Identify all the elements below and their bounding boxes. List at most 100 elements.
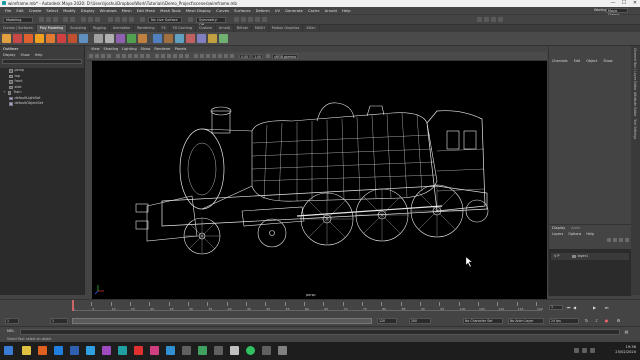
layer-menu-options[interactable]: Options	[568, 231, 581, 237]
save-scene-icon[interactable]	[53, 17, 58, 22]
xray-joints-icon[interactable]	[200, 54, 204, 58]
gate-mask-icon[interactable]	[134, 54, 138, 58]
resolution-gate-icon[interactable]	[128, 54, 132, 58]
poly-separate-icon[interactable]	[116, 34, 125, 43]
bookmark-icon[interactable]	[101, 54, 105, 58]
live-surface-icon[interactable]	[140, 17, 145, 22]
audio-icon[interactable]: ♪	[594, 318, 599, 323]
settings-icon[interactable]	[262, 346, 271, 355]
poly-plane-icon[interactable]	[57, 34, 66, 43]
select-hierarchy-icon[interactable]	[81, 17, 86, 22]
ambient-occlusion-icon[interactable]	[212, 54, 216, 58]
outliner-menu-display[interactable]: Display	[3, 52, 16, 58]
menu-mesh-display[interactable]: Mesh Display	[186, 8, 211, 13]
smooth-shade-icon[interactable]	[161, 54, 165, 58]
select-object-icon[interactable]	[88, 17, 93, 22]
menu-generate[interactable]: Generate	[285, 8, 303, 13]
photoshop-icon[interactable]	[86, 346, 95, 355]
indesign-icon[interactable]	[150, 346, 159, 355]
menu-curves[interactable]: Curves	[216, 8, 229, 13]
boolean-icon[interactable]	[138, 34, 147, 43]
shelf-tab-rendering[interactable]: Rendering	[134, 25, 159, 32]
film-gate-icon[interactable]	[122, 54, 126, 58]
menu-help[interactable]: Help	[342, 8, 351, 13]
outliner-item-default-object-set[interactable]: defaultObjectSet	[0, 101, 84, 107]
bevel-icon[interactable]	[175, 34, 184, 43]
shelf-tab-xgen[interactable]: XGen	[303, 25, 320, 32]
poly-sphere-icon[interactable]	[2, 34, 11, 43]
layer-move-up-icon[interactable]	[607, 238, 611, 242]
minimize-button[interactable]: —	[608, 0, 618, 7]
menu-uv[interactable]: UV	[275, 8, 280, 13]
outlook-icon[interactable]	[54, 346, 63, 355]
menu-surfaces[interactable]: Surfaces	[234, 8, 250, 13]
hypershade-icon[interactable]	[262, 17, 267, 22]
bridge-icon[interactable]	[164, 34, 173, 43]
excel-icon[interactable]	[198, 346, 207, 355]
menu-edit-mesh[interactable]: Edit Mesh	[137, 8, 156, 13]
playback-range-bar[interactable]	[72, 318, 372, 324]
firefox-icon[interactable]	[38, 346, 47, 355]
file-explorer-icon[interactable]	[22, 346, 31, 355]
start-icon[interactable]	[4, 346, 13, 355]
layer-move-down-icon[interactable]	[613, 238, 617, 242]
outliner-search-input[interactable]	[2, 59, 82, 64]
new-layer-icon[interactable]	[619, 238, 623, 242]
acrobat-icon[interactable]	[134, 346, 143, 355]
mail-icon[interactable]	[166, 346, 175, 355]
terminal-icon[interactable]	[182, 346, 191, 355]
outliner-menu-show[interactable]: Show	[21, 52, 30, 58]
close-button[interactable]: ✕	[630, 0, 640, 7]
grid-toggle-icon[interactable]	[116, 54, 120, 58]
undo-icon[interactable]	[63, 17, 68, 22]
camera-attributes-icon[interactable]	[95, 54, 99, 58]
animation-start-field[interactable]: 1	[5, 318, 19, 324]
poly-combine-icon[interactable]	[105, 34, 114, 43]
symmetry-icon[interactable]	[188, 17, 193, 22]
menu-display[interactable]: Display	[81, 8, 95, 13]
step-back-icon[interactable]: ◀	[572, 305, 577, 310]
new-layer-selected-icon[interactable]	[625, 238, 629, 242]
playback-end-field[interactable]: 120	[377, 318, 397, 324]
new-scene-icon[interactable]	[39, 17, 44, 22]
color-management-icon[interactable]	[266, 54, 271, 58]
notepad-icon[interactable]	[230, 346, 239, 355]
language-icon[interactable]	[590, 348, 595, 353]
menu-set-dropdown[interactable]: Modeling	[3, 16, 33, 23]
media-player-icon[interactable]	[278, 346, 287, 355]
layer-visibility-toggle[interactable]: V P	[554, 253, 572, 260]
premiere-icon[interactable]	[102, 346, 111, 355]
shelf-tab-custom[interactable]: Custom	[196, 25, 216, 32]
depth-of-field-icon[interactable]	[230, 54, 234, 58]
isolate-select-icon[interactable]	[206, 54, 210, 58]
shelf-tab-mash[interactable]: MASH	[252, 25, 269, 32]
snap-view-icon[interactable]	[129, 17, 134, 22]
near-clip-field[interactable]: 0.00	[239, 53, 251, 59]
select-component-icon[interactable]	[95, 17, 100, 22]
layer-menu-help[interactable]: Help	[586, 231, 594, 237]
expand-icon[interactable]: +	[3, 90, 6, 96]
word-icon[interactable]	[70, 346, 79, 355]
current-time-indicator[interactable]	[72, 300, 74, 311]
poly-cylinder-icon[interactable]	[24, 34, 33, 43]
system-clock[interactable]: 19:36 25/02/2020	[615, 345, 636, 355]
shelf-tab-curves-surfaces[interactable]: Curves / Surfaces	[0, 25, 37, 32]
sweep-mesh-icon[interactable]	[94, 34, 103, 43]
play-icon[interactable]: ▶	[592, 305, 597, 310]
color-space-dropdown[interactable]: sRGB gamma	[272, 53, 299, 59]
menu-select[interactable]: Select	[46, 8, 58, 13]
modeling-toolkit-icon[interactable]	[484, 17, 489, 22]
network-icon[interactable]	[574, 348, 579, 353]
anim-preferences-icon[interactable]: ⚙	[616, 318, 621, 323]
time-slider[interactable]: 1510152025303540455055606570758085909510…	[0, 299, 640, 317]
shelf-tab-motion-graphics[interactable]: Motion Graphics	[269, 25, 304, 32]
field-chart-icon[interactable]	[140, 54, 144, 58]
lighting-icon[interactable]	[179, 54, 183, 58]
channel-menu-edit[interactable]: Edit	[574, 58, 581, 64]
menu-file[interactable]: File	[5, 8, 11, 13]
uv-editor-icon[interactable]	[219, 34, 228, 43]
layer-menu-layers[interactable]: Layers	[552, 231, 563, 237]
shelf-tab-arnold[interactable]: Arnold	[216, 25, 234, 32]
sign-in-icon[interactable]	[477, 17, 482, 22]
safe-action-icon[interactable]	[146, 54, 150, 58]
